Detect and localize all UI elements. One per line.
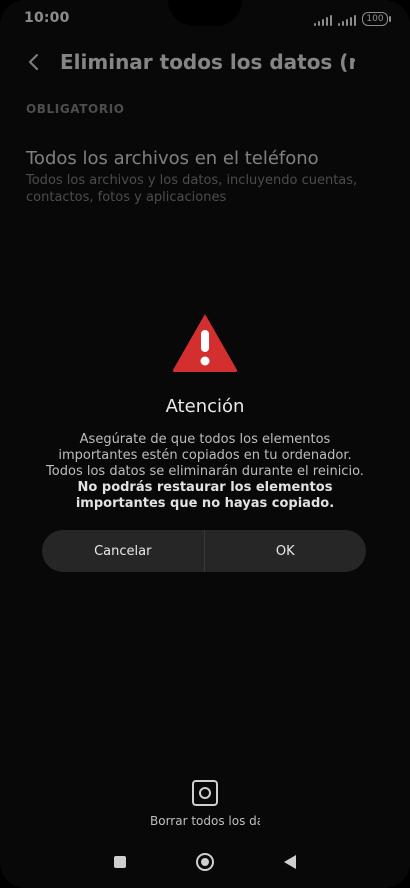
status-time: 10:00 [24, 10, 70, 26]
ok-button[interactable]: OK [205, 530, 367, 572]
phone-screen: 10:00 100 Eliminar todos los datos (rese… [0, 0, 410, 888]
page-title: Eliminar todos los datos (resete [60, 50, 355, 74]
warning-triangle-icon [172, 314, 238, 372]
dialog-message: Asegúrate de que todos los elementos imp… [44, 432, 366, 512]
status-icons: 100 [314, 12, 391, 26]
dialog-title: Atención [165, 396, 245, 417]
dialog-message-bold: No podrás restaurar los elementos import… [75, 480, 335, 511]
navigation-bar [0, 836, 410, 888]
back-nav-button[interactable] [284, 855, 296, 869]
top-app-bar: Eliminar todos los datos (resete [0, 44, 410, 80]
recents-button[interactable] [114, 856, 126, 868]
reset-device-icon [192, 780, 218, 806]
battery-icon: 100 [362, 12, 391, 26]
alert-dialog: Atención Asegúrate de que todos los elem… [0, 300, 410, 610]
back-button[interactable] [18, 46, 50, 78]
signal-1-icon [314, 14, 332, 26]
battery-level: 100 [366, 14, 384, 24]
erase-all-data-button[interactable]: Borrar todos los datos [140, 780, 270, 828]
data-row-subtitle: Todos los archivos y los datos, incluyen… [26, 173, 358, 205]
cancel-button[interactable]: Cancelar [42, 530, 204, 572]
erase-all-data-label: Borrar todos los datos [150, 814, 260, 828]
section-label: OBLIGATORIO [26, 102, 125, 116]
signal-2-icon [338, 14, 356, 26]
dialog-message-normal: Asegúrate de que todos los elementos imp… [46, 432, 364, 479]
dialog-buttons: Cancelar OK [42, 530, 366, 572]
chevron-left-icon [29, 54, 38, 70]
data-row-title: Todos los archivos en el teléfono [26, 148, 319, 169]
home-button[interactable] [196, 853, 214, 871]
